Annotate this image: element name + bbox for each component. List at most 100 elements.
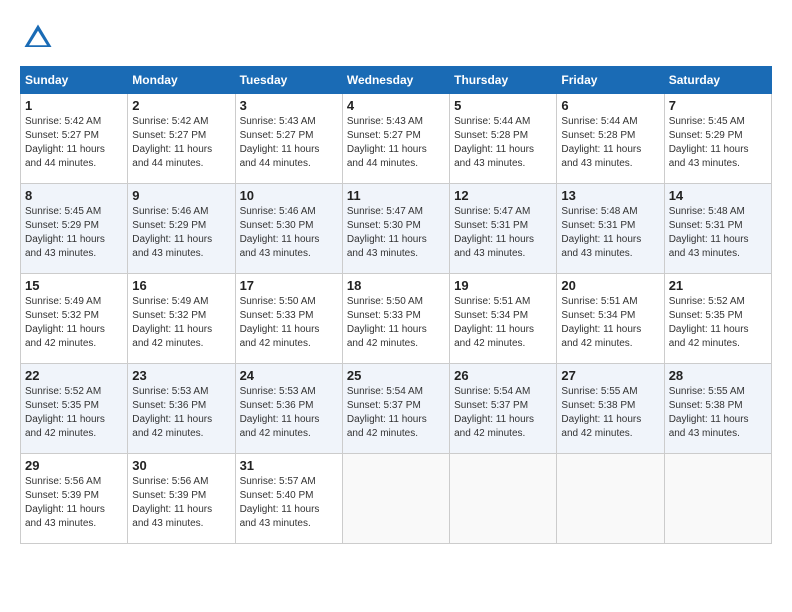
day-info: Sunrise: 5:52 AM Sunset: 5:35 PM Dayligh… xyxy=(669,295,767,351)
header-cell-sunday: Sunday xyxy=(21,67,128,94)
calendar-cell xyxy=(342,454,449,544)
sunrise-label: Sunrise: 5:42 AM xyxy=(132,116,208,127)
header-cell-saturday: Saturday xyxy=(664,67,771,94)
sunset-label: Sunset: 5:38 PM xyxy=(669,400,743,411)
daylight-label: Daylight: 11 hours and 43 minutes. xyxy=(347,234,427,259)
sunrise-label: Sunrise: 5:48 AM xyxy=(669,206,745,217)
sunrise-label: Sunrise: 5:43 AM xyxy=(347,116,423,127)
week-row-5: 29 Sunrise: 5:56 AM Sunset: 5:39 PM Dayl… xyxy=(21,454,772,544)
calendar-cell xyxy=(450,454,557,544)
daylight-label: Daylight: 11 hours and 44 minutes. xyxy=(347,144,427,169)
sunset-label: Sunset: 5:37 PM xyxy=(454,400,528,411)
sunrise-label: Sunrise: 5:54 AM xyxy=(347,386,423,397)
day-number: 28 xyxy=(669,368,767,383)
day-info: Sunrise: 5:42 AM Sunset: 5:27 PM Dayligh… xyxy=(132,115,230,171)
day-number: 5 xyxy=(454,98,552,113)
calendar-cell: 5 Sunrise: 5:44 AM Sunset: 5:28 PM Dayli… xyxy=(450,94,557,184)
calendar-cell: 8 Sunrise: 5:45 AM Sunset: 5:29 PM Dayli… xyxy=(21,184,128,274)
calendar-cell: 22 Sunrise: 5:52 AM Sunset: 5:35 PM Dayl… xyxy=(21,364,128,454)
sunrise-label: Sunrise: 5:55 AM xyxy=(669,386,745,397)
calendar-cell: 25 Sunrise: 5:54 AM Sunset: 5:37 PM Dayl… xyxy=(342,364,449,454)
daylight-label: Daylight: 11 hours and 43 minutes. xyxy=(561,144,641,169)
calendar-cell: 3 Sunrise: 5:43 AM Sunset: 5:27 PM Dayli… xyxy=(235,94,342,184)
day-number: 8 xyxy=(25,188,123,203)
calendar-cell xyxy=(664,454,771,544)
sunrise-label: Sunrise: 5:52 AM xyxy=(669,296,745,307)
daylight-label: Daylight: 11 hours and 43 minutes. xyxy=(25,234,105,259)
calendar-body: 1 Sunrise: 5:42 AM Sunset: 5:27 PM Dayli… xyxy=(21,94,772,544)
sunset-label: Sunset: 5:35 PM xyxy=(25,400,99,411)
sunset-label: Sunset: 5:29 PM xyxy=(25,220,99,231)
day-info: Sunrise: 5:43 AM Sunset: 5:27 PM Dayligh… xyxy=(240,115,338,171)
sunset-label: Sunset: 5:32 PM xyxy=(132,310,206,321)
sunrise-label: Sunrise: 5:44 AM xyxy=(454,116,530,127)
day-number: 16 xyxy=(132,278,230,293)
calendar-cell: 17 Sunrise: 5:50 AM Sunset: 5:33 PM Dayl… xyxy=(235,274,342,364)
day-info: Sunrise: 5:44 AM Sunset: 5:28 PM Dayligh… xyxy=(454,115,552,171)
sunrise-label: Sunrise: 5:46 AM xyxy=(240,206,316,217)
day-info: Sunrise: 5:54 AM Sunset: 5:37 PM Dayligh… xyxy=(454,385,552,441)
daylight-label: Daylight: 11 hours and 42 minutes. xyxy=(240,414,320,439)
calendar-cell: 30 Sunrise: 5:56 AM Sunset: 5:39 PM Dayl… xyxy=(128,454,235,544)
sunset-label: Sunset: 5:28 PM xyxy=(454,130,528,141)
calendar-cell: 10 Sunrise: 5:46 AM Sunset: 5:30 PM Dayl… xyxy=(235,184,342,274)
logo xyxy=(20,20,62,56)
week-row-4: 22 Sunrise: 5:52 AM Sunset: 5:35 PM Dayl… xyxy=(21,364,772,454)
calendar-cell: 24 Sunrise: 5:53 AM Sunset: 5:36 PM Dayl… xyxy=(235,364,342,454)
sunrise-label: Sunrise: 5:51 AM xyxy=(561,296,637,307)
sunrise-label: Sunrise: 5:45 AM xyxy=(669,116,745,127)
sunrise-label: Sunrise: 5:56 AM xyxy=(132,476,208,487)
calendar-cell: 21 Sunrise: 5:52 AM Sunset: 5:35 PM Dayl… xyxy=(664,274,771,364)
calendar-cell: 2 Sunrise: 5:42 AM Sunset: 5:27 PM Dayli… xyxy=(128,94,235,184)
header-cell-friday: Friday xyxy=(557,67,664,94)
sunrise-label: Sunrise: 5:50 AM xyxy=(240,296,316,307)
calendar-cell: 11 Sunrise: 5:47 AM Sunset: 5:30 PM Dayl… xyxy=(342,184,449,274)
day-number: 3 xyxy=(240,98,338,113)
daylight-label: Daylight: 11 hours and 43 minutes. xyxy=(132,504,212,529)
calendar-cell: 18 Sunrise: 5:50 AM Sunset: 5:33 PM Dayl… xyxy=(342,274,449,364)
sunrise-label: Sunrise: 5:52 AM xyxy=(25,386,101,397)
daylight-label: Daylight: 11 hours and 43 minutes. xyxy=(240,234,320,259)
day-number: 15 xyxy=(25,278,123,293)
daylight-label: Daylight: 11 hours and 42 minutes. xyxy=(561,324,641,349)
sunset-label: Sunset: 5:29 PM xyxy=(669,130,743,141)
calendar-cell xyxy=(557,454,664,544)
daylight-label: Daylight: 11 hours and 43 minutes. xyxy=(669,414,749,439)
calendar-cell: 23 Sunrise: 5:53 AM Sunset: 5:36 PM Dayl… xyxy=(128,364,235,454)
day-number: 2 xyxy=(132,98,230,113)
sunset-label: Sunset: 5:31 PM xyxy=(561,220,635,231)
calendar-cell: 20 Sunrise: 5:51 AM Sunset: 5:34 PM Dayl… xyxy=(557,274,664,364)
sunset-label: Sunset: 5:35 PM xyxy=(669,310,743,321)
daylight-label: Daylight: 11 hours and 43 minutes. xyxy=(454,144,534,169)
daylight-label: Daylight: 11 hours and 42 minutes. xyxy=(25,324,105,349)
week-row-2: 8 Sunrise: 5:45 AM Sunset: 5:29 PM Dayli… xyxy=(21,184,772,274)
day-number: 21 xyxy=(669,278,767,293)
sunset-label: Sunset: 5:36 PM xyxy=(240,400,314,411)
calendar-cell: 1 Sunrise: 5:42 AM Sunset: 5:27 PM Dayli… xyxy=(21,94,128,184)
day-info: Sunrise: 5:54 AM Sunset: 5:37 PM Dayligh… xyxy=(347,385,445,441)
daylight-label: Daylight: 11 hours and 42 minutes. xyxy=(454,324,534,349)
sunset-label: Sunset: 5:33 PM xyxy=(240,310,314,321)
calendar-cell: 6 Sunrise: 5:44 AM Sunset: 5:28 PM Dayli… xyxy=(557,94,664,184)
day-number: 14 xyxy=(669,188,767,203)
day-info: Sunrise: 5:49 AM Sunset: 5:32 PM Dayligh… xyxy=(132,295,230,351)
calendar-cell: 12 Sunrise: 5:47 AM Sunset: 5:31 PM Dayl… xyxy=(450,184,557,274)
calendar-cell: 31 Sunrise: 5:57 AM Sunset: 5:40 PM Dayl… xyxy=(235,454,342,544)
daylight-label: Daylight: 11 hours and 42 minutes. xyxy=(669,324,749,349)
day-number: 27 xyxy=(561,368,659,383)
calendar-cell: 4 Sunrise: 5:43 AM Sunset: 5:27 PM Dayli… xyxy=(342,94,449,184)
daylight-label: Daylight: 11 hours and 42 minutes. xyxy=(561,414,641,439)
day-info: Sunrise: 5:45 AM Sunset: 5:29 PM Dayligh… xyxy=(25,205,123,261)
sunrise-label: Sunrise: 5:49 AM xyxy=(25,296,101,307)
sunrise-label: Sunrise: 5:51 AM xyxy=(454,296,530,307)
day-info: Sunrise: 5:51 AM Sunset: 5:34 PM Dayligh… xyxy=(561,295,659,351)
daylight-label: Daylight: 11 hours and 43 minutes. xyxy=(25,504,105,529)
day-number: 20 xyxy=(561,278,659,293)
day-number: 19 xyxy=(454,278,552,293)
sunrise-label: Sunrise: 5:48 AM xyxy=(561,206,637,217)
daylight-label: Daylight: 11 hours and 42 minutes. xyxy=(347,324,427,349)
day-info: Sunrise: 5:45 AM Sunset: 5:29 PM Dayligh… xyxy=(669,115,767,171)
day-number: 26 xyxy=(454,368,552,383)
day-info: Sunrise: 5:51 AM Sunset: 5:34 PM Dayligh… xyxy=(454,295,552,351)
sunset-label: Sunset: 5:30 PM xyxy=(240,220,314,231)
